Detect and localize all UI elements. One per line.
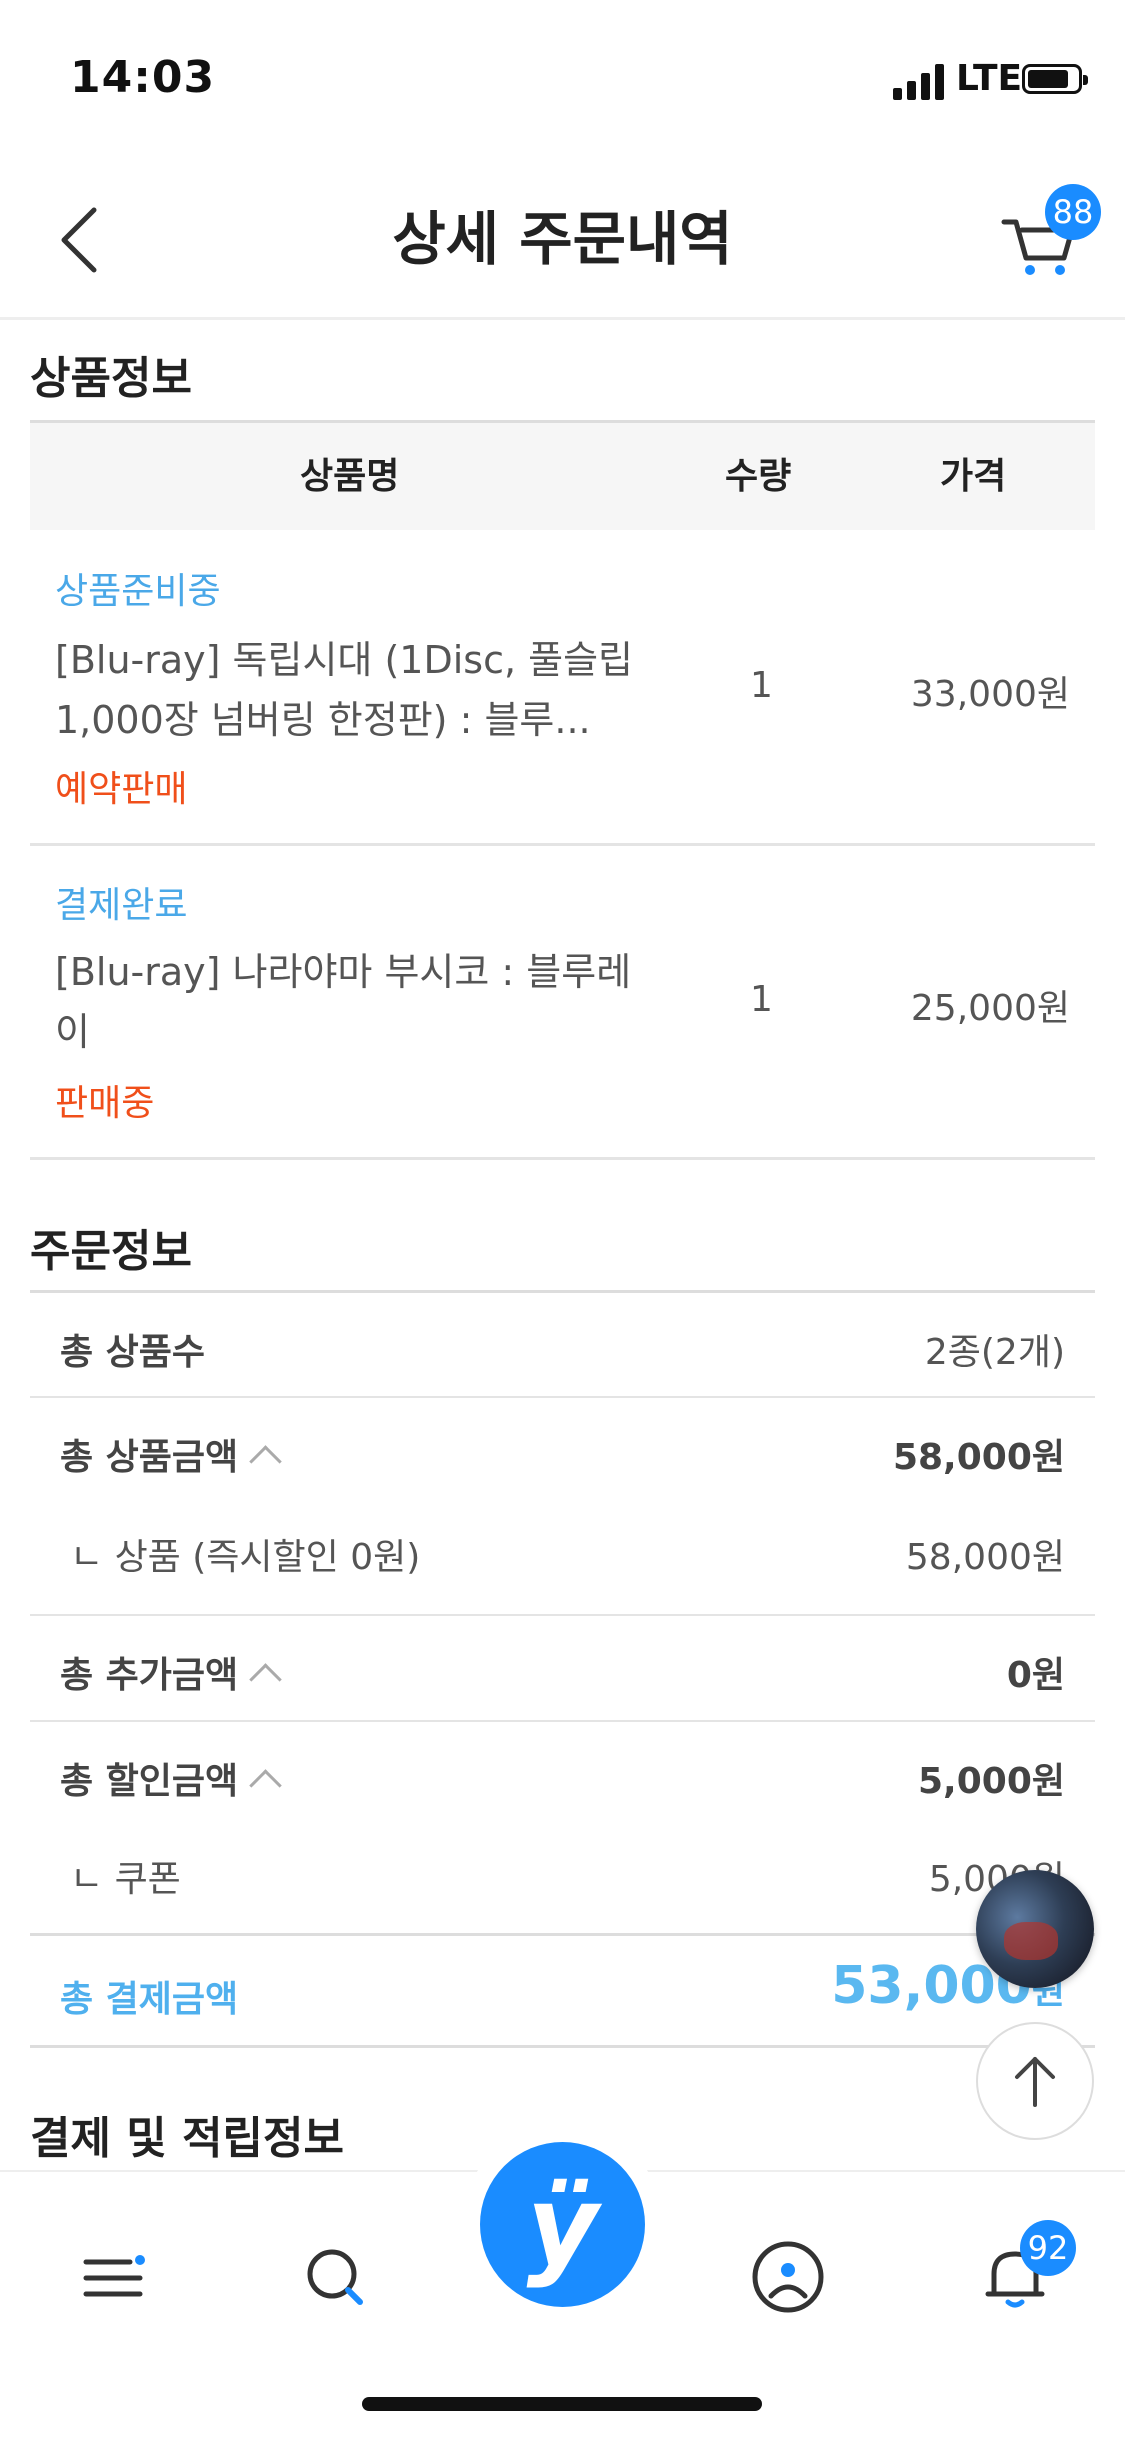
order-status: 결제완료 — [55, 885, 188, 926]
cart-count-badge: 88 — [1045, 184, 1101, 240]
total-product-amount-row: 총 상품금액 58,000원 ㄴ 상품 (즉시할인 0원) 58,000원 — [30, 1398, 1095, 1616]
signal-icon — [893, 62, 949, 100]
product-row[interactable]: 상품준비중 [Blu-ray] 독립시대 (1Disc, 풀슬립 1,000장 … — [30, 530, 1095, 846]
product-price: 33,000원 — [910, 674, 1070, 715]
total-discount-row: 총 할인금액 5,000원 ㄴ 쿠폰 5,000원 — [30, 1722, 1095, 1936]
total-discount-toggle[interactable]: 총 할인금액 — [60, 1752, 282, 1804]
home-indicator — [362, 2397, 762, 2411]
total-items-label: 총 상품수 — [60, 1332, 206, 1373]
total-items-value: 2종(2개) — [924, 1332, 1065, 1373]
product-sub-value: 58,000원 — [905, 1537, 1065, 1578]
tab-notifications[interactable]: 92 — [970, 2220, 1076, 2322]
logo-icon: ÿ — [526, 2162, 599, 2290]
total-extra-value: 0원 — [1006, 1655, 1065, 1696]
status-time: 14:03 — [70, 52, 216, 103]
column-name: 상품명 — [300, 456, 400, 497]
coupon-sub-label: ㄴ 쿠폰 — [70, 1859, 181, 1900]
tab-my-page[interactable] — [743, 2232, 833, 2322]
total-extra-row: 총 추가금액 0원 — [30, 1616, 1095, 1722]
arrow-up-icon — [1015, 2057, 1055, 2107]
total-extra-toggle[interactable]: 총 추가금액 — [60, 1646, 282, 1698]
total-discount-value: 5,000원 — [918, 1761, 1065, 1802]
page-title: 상세 주문내역 — [392, 205, 733, 273]
total-items-row: 총 상품수 2종(2개) — [30, 1290, 1095, 1398]
total-payment-label: 총 결제금액 — [60, 1979, 239, 2020]
product-row[interactable]: 결제완료 [Blu-ray] 나라야마 부시코 : 블루레이 판매중 1 25,… — [30, 846, 1095, 1160]
total-product-amount-label: 총 상품금액 — [60, 1437, 239, 1478]
sale-tag: 판매중 — [55, 1083, 155, 1124]
notification-count-badge: 92 — [1020, 2220, 1076, 2276]
total-extra-label: 총 추가금액 — [60, 1655, 239, 1696]
product-name[interactable]: [Blu-ray] 나라야마 부시코 : 블루레이 — [55, 942, 655, 1062]
total-product-amount-toggle[interactable]: 총 상품금액 — [60, 1428, 282, 1480]
total-payment-row: 총 결제금액 53,000원 — [30, 1936, 1095, 2048]
product-qty: 1 — [750, 979, 773, 1020]
menu-icon — [83, 2255, 145, 2297]
product-section-title: 상품정보 — [30, 353, 192, 404]
header: 상세 주문내역 88 — [0, 160, 1125, 320]
order-status: 상품준비중 — [55, 571, 221, 612]
tab-home-logo[interactable]: ÿ — [480, 2142, 645, 2307]
cart-button[interactable]: 88 — [1000, 184, 1101, 280]
scroll-top-button[interactable] — [976, 2022, 1094, 2140]
status-bar: 14:03 LTE — [0, 0, 1125, 160]
tab-menu[interactable] — [68, 2232, 158, 2322]
total-discount-label: 총 할인금액 — [60, 1761, 239, 1802]
user-icon — [752, 2241, 824, 2313]
sale-tag: 예약판매 — [55, 769, 188, 810]
order-section-title: 주문정보 — [30, 1226, 192, 1277]
chevron-up-icon — [249, 1445, 282, 1478]
product-sub-label: ㄴ 상품 (즉시할인 0원) — [70, 1537, 421, 1578]
chevron-up-icon — [249, 1769, 282, 1802]
product-name[interactable]: [Blu-ray] 독립시대 (1Disc, 풀슬립 1,000장 넘버링 한정… — [55, 630, 655, 750]
total-product-amount-value: 58,000원 — [892, 1437, 1065, 1478]
column-qty: 수량 — [725, 456, 792, 497]
product-price: 25,000원 — [910, 988, 1070, 1029]
network-type: LTE — [956, 58, 1023, 99]
battery-icon — [1022, 64, 1088, 94]
chevron-up-icon — [249, 1663, 282, 1696]
column-price: 가격 — [940, 456, 1007, 497]
floating-video-thumbnail[interactable] — [976, 1870, 1094, 1988]
tab-search[interactable] — [290, 2232, 380, 2322]
search-icon — [307, 2249, 363, 2305]
payment-section-title: 결제 및 적립정보 — [30, 2113, 344, 2164]
product-qty: 1 — [750, 665, 773, 706]
product-table-header: 상품명 수량 가격 — [30, 420, 1095, 530]
